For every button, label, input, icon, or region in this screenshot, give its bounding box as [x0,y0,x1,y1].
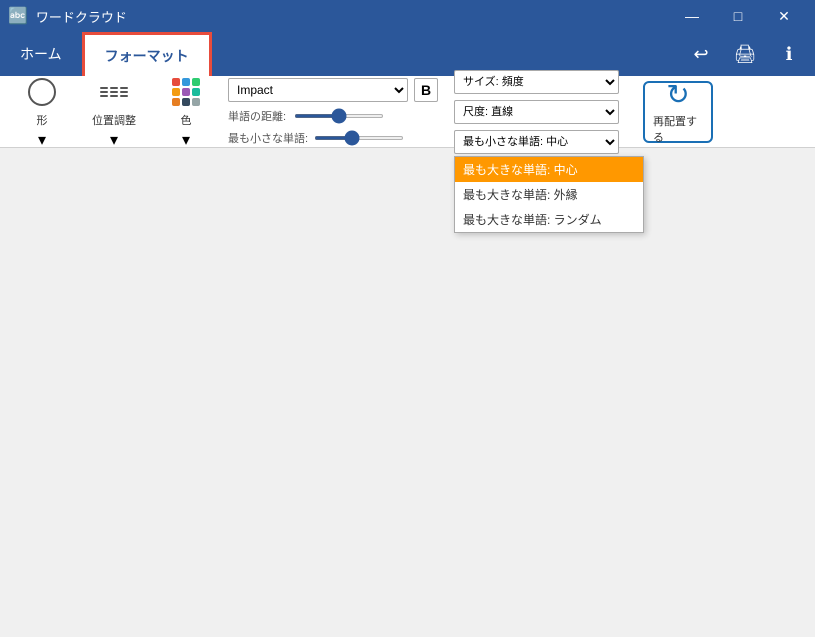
ribbon-right-buttons: ↩ 🖨 ℹ [683,32,815,76]
position-dropdown[interactable]: 最も小さな単語: 中心 [454,130,619,154]
font-row: Impact Arial Times New Roman B [228,78,438,102]
position-dropdown-container: 最も小さな単語: 中心 最も大きな単語: 中心 最も大きな単語: 外縁 最も大き… [454,130,619,154]
title-bar-controls: — □ ✕ [669,0,807,32]
color-grid-icon [172,78,200,106]
size-dropdown[interactable]: サイズ: 頻度 サイズ: 均等 [454,70,619,94]
min-word-row: 最も小さな単語: [228,130,438,146]
app-icon: 🔤 [8,6,28,26]
shape-tool[interactable]: 形 ▾ [16,70,68,154]
scale-dropdown-row: 尺度: 直線 尺度: 対数 [454,100,619,124]
dropdowns-section: サイズ: 頻度 サイズ: 均等 尺度: 直線 尺度: 対数 最も小さな単語: 中… [454,70,619,154]
bold-button[interactable]: B [414,78,438,102]
position-dropdown-menu: 最も大きな単語: 中心 最も大きな単語: 外縁 最も大きな単語: ランダム [454,156,644,233]
app-title: ワードクラウド [36,7,127,26]
rearrange-label: 再配置する [653,113,703,145]
position-lines-icon [100,87,128,97]
scale-dropdown[interactable]: 尺度: 直線 尺度: 対数 [454,100,619,124]
info-button[interactable]: ℹ [771,36,807,72]
shape-label: 形 [37,112,48,128]
position-icon-area [96,74,132,110]
close-button[interactable]: ✕ [761,0,807,32]
position-tool[interactable]: 位置調整 ▾ [84,70,144,154]
shape-chevron: ▾ [38,130,46,150]
rearrange-button[interactable]: ↻ 再配置する [643,81,713,143]
color-icon-area [168,74,204,110]
position-option-center-selected[interactable]: 最も大きな単語: 中心 [455,157,643,182]
min-word-label: 最も小さな単語: [228,130,308,146]
print-button[interactable]: 🖨 [727,36,763,72]
position-option-random[interactable]: 最も大きな単語: ランダム [455,207,643,232]
size-dropdown-row: サイズ: 頻度 サイズ: 均等 [454,70,619,94]
maximize-button[interactable]: □ [715,0,761,32]
position-label: 位置調整 [92,112,136,128]
font-controls: Impact Arial Times New Roman B 単語の距離: 最も… [228,78,438,146]
color-chevron: ▾ [182,130,190,150]
refresh-icon: ↻ [666,78,689,111]
color-tool[interactable]: 色 ▾ [160,70,212,154]
word-distance-label: 単語の距離: [228,108,288,124]
color-label: 色 [181,112,192,128]
min-word-slider[interactable] [314,136,404,140]
font-select[interactable]: Impact Arial Times New Roman [228,78,408,102]
title-bar-left: 🔤 ワードクラウド [8,6,127,26]
word-distance-slider[interactable] [294,114,384,118]
shape-icon-area [24,74,60,110]
shape-circle-icon [28,78,56,106]
position-option-outer[interactable]: 最も大きな単語: 外縁 [455,182,643,207]
minimize-button[interactable]: — [669,0,715,32]
undo-button[interactable]: ↩ [683,36,719,72]
position-chevron: ▾ [110,130,118,150]
word-distance-row: 単語の距離: [228,108,438,124]
toolbar: 形 ▾ 位置調整 ▾ [0,76,815,148]
title-bar: 🔤 ワードクラウド — □ ✕ [0,0,815,32]
